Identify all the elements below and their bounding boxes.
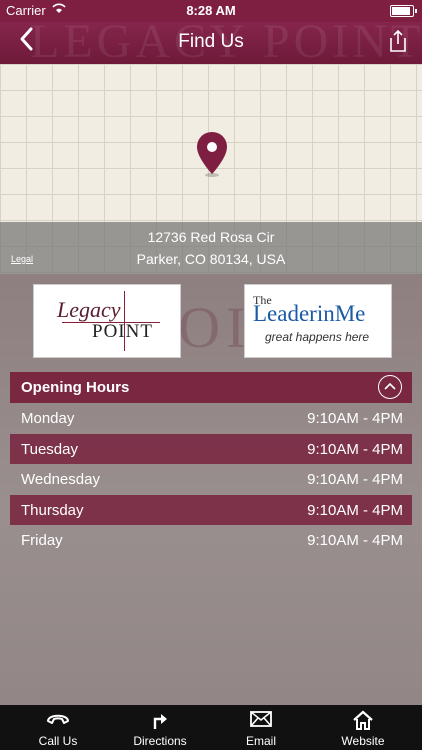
opening-hours-panel: Opening Hours Monday 9:10AM - 4PM Tuesda… [10, 372, 412, 556]
status-bar: Carrier 8:28 AM [0, 0, 422, 22]
tab-call-us[interactable]: Call Us [5, 705, 111, 750]
tab-website[interactable]: Website [310, 705, 416, 750]
nav-bar: LEGACY POINT Find Us [0, 22, 422, 64]
phone-icon [5, 710, 111, 730]
hours-row-friday: Friday 9:10AM - 4PM [10, 525, 412, 556]
legacy-point-logo[interactable]: Legacy POINT [33, 284, 181, 358]
tab-label: Website [341, 734, 385, 748]
logo-leader-text: LeaderinMe [253, 301, 366, 326]
hours-time: 9:10AM - 4PM [307, 532, 403, 549]
leader-in-me-logo[interactable]: The LeaderinMe great happens here [244, 284, 392, 358]
hours-time: 9:10AM - 4PM [307, 501, 403, 519]
hours-row-wednesday: Wednesday 9:10AM - 4PM [10, 464, 412, 495]
tab-bar: Call Us Directions Email Website [0, 705, 422, 750]
legal-link[interactable]: Legal [11, 254, 33, 264]
hours-row-tuesday: Tuesday 9:10AM - 4PM [10, 433, 412, 464]
share-icon[interactable] [388, 29, 408, 53]
hours-time: 9:10AM - 4PM [307, 410, 403, 427]
chevron-up-icon[interactable] [378, 375, 402, 399]
hours-day: Thursday [21, 501, 84, 519]
hours-row-monday: Monday 9:10AM - 4PM [10, 403, 412, 434]
opening-hours-title: Opening Hours [21, 379, 130, 396]
page-title: Find Us [178, 31, 244, 52]
tab-label: Email [245, 734, 276, 748]
logo-point-text: POINT [92, 321, 153, 342]
tab-label: Call Us [38, 734, 78, 748]
hours-day: Friday [21, 532, 63, 549]
home-icon [310, 710, 416, 730]
logo-legacy-text: Legacy [57, 297, 121, 322]
battery-icon [390, 5, 417, 17]
status-time: 8:28 AM [186, 3, 236, 18]
content-area: POINT Legacy POINT The LeaderinMe great … [0, 274, 422, 705]
location-pin-icon[interactable] [194, 130, 230, 178]
address-line1: 12736 Red Rosa Cir [147, 229, 275, 245]
tab-label: Directions [133, 734, 187, 748]
logo-tagline: great happens here [265, 330, 370, 344]
address-line2: Parker, CO 80134, USA [136, 251, 286, 267]
tab-directions[interactable]: Directions [107, 705, 213, 750]
hours-day: Tuesday [21, 440, 78, 458]
address-panel: 12736 Red Rosa Cir Parker, CO 80134, USA [0, 222, 422, 274]
directions-icon [107, 710, 213, 730]
hours-row-thursday: Thursday 9:10AM - 4PM [10, 494, 412, 525]
tab-email[interactable]: Email [208, 705, 314, 750]
hours-day: Wednesday [21, 471, 100, 488]
opening-hours-header[interactable]: Opening Hours [10, 372, 412, 403]
hours-day: Monday [21, 410, 75, 427]
hours-time: 9:10AM - 4PM [307, 440, 403, 458]
envelope-icon [208, 710, 314, 730]
hours-time: 9:10AM - 4PM [307, 471, 403, 488]
